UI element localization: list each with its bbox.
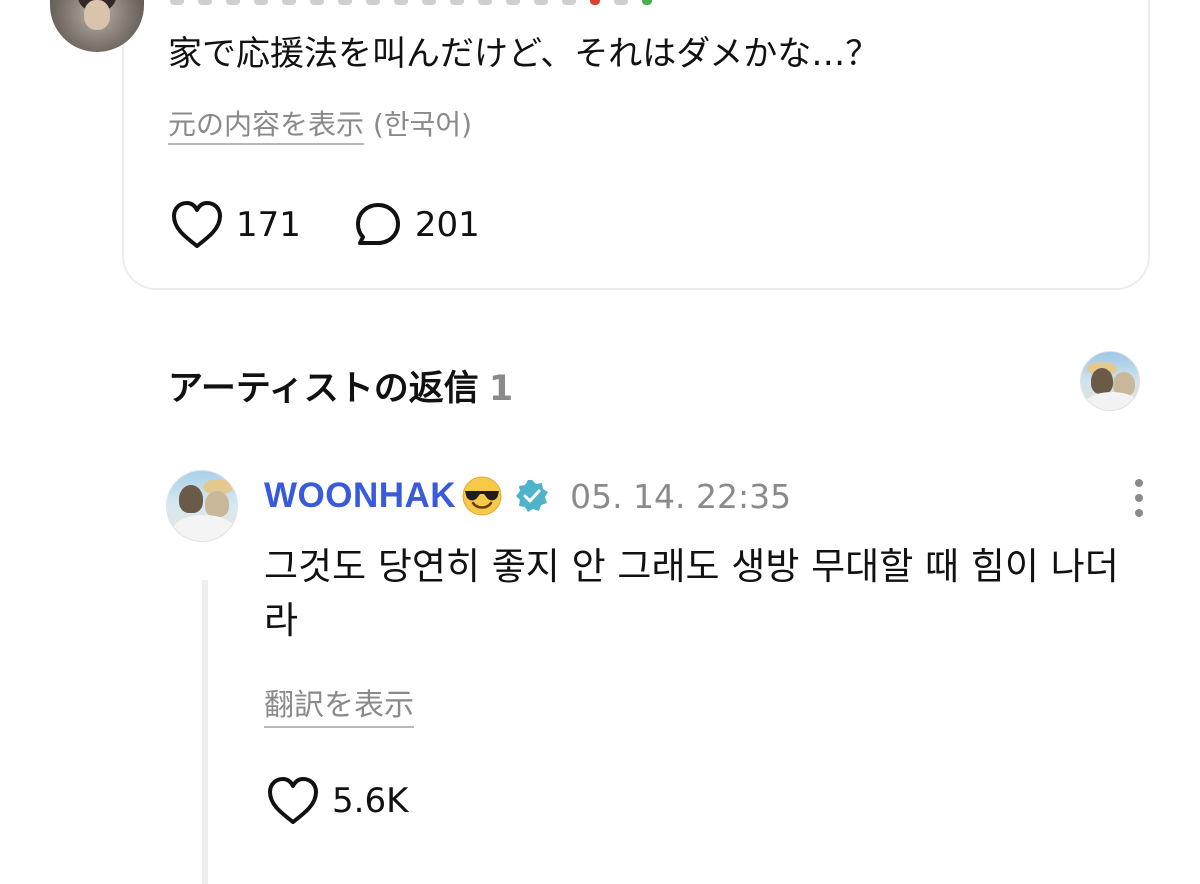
reply-thread-line: [202, 580, 208, 884]
verified-badge-icon: [516, 480, 549, 512]
reply-like-button[interactable]: 5.6K: [266, 776, 408, 826]
original-language-label: (한국어): [372, 108, 473, 141]
post-like-button[interactable]: 171: [170, 200, 301, 250]
show-translation-link[interactable]: 翻訳を表示: [264, 680, 414, 728]
post-actions: 171 201: [170, 200, 480, 250]
artist-avatar-small[interactable]: [1080, 351, 1140, 411]
reply-author-name[interactable]: WOONHAK: [264, 476, 456, 516]
reply-like-count: 5.6K: [332, 781, 409, 821]
artist-replies-header: アーティストの返信 1: [168, 360, 513, 411]
post-comment-count: 201: [414, 205, 480, 245]
reply-timestamp: 05. 14. 22:35: [570, 476, 792, 516]
heart-outline-icon: [172, 201, 222, 248]
show-original-row: 元の内容を表示 (한국어): [168, 107, 473, 145]
reply-text: 그것도 당연히 좋지 안 그래도 생방 무대할 때 힘이 나더라: [264, 545, 1119, 642]
cut-off-header-row: [170, 0, 1100, 6]
reply-actions: 5.6K: [266, 776, 408, 826]
comment-bubble-icon: [355, 203, 400, 245]
post-like-count: 171: [236, 205, 301, 245]
post-comments-button[interactable]: 201: [353, 200, 480, 250]
heart-outline-icon: [268, 777, 318, 824]
show-original-link[interactable]: 元の内容を表示: [168, 108, 365, 145]
artist-replies-title: アーティストの返信: [168, 369, 479, 409]
artist-replies-count: 1: [488, 369, 514, 409]
reply-author-avatar[interactable]: [166, 470, 238, 542]
reply-meta: WOONHAK 05. 14. 22:35: [264, 474, 791, 518]
smiling-face-with-sunglasses-icon: [462, 476, 502, 516]
page: 家で応援法を叫んだけど、それはダメかな…？ 元の内容を表示 (한국어) 171 …: [0, 0, 1200, 884]
post-text: 家で応援法を叫んだけど、それはダメかな…？: [168, 34, 880, 74]
more-vertical-icon[interactable]: [1126, 476, 1152, 522]
